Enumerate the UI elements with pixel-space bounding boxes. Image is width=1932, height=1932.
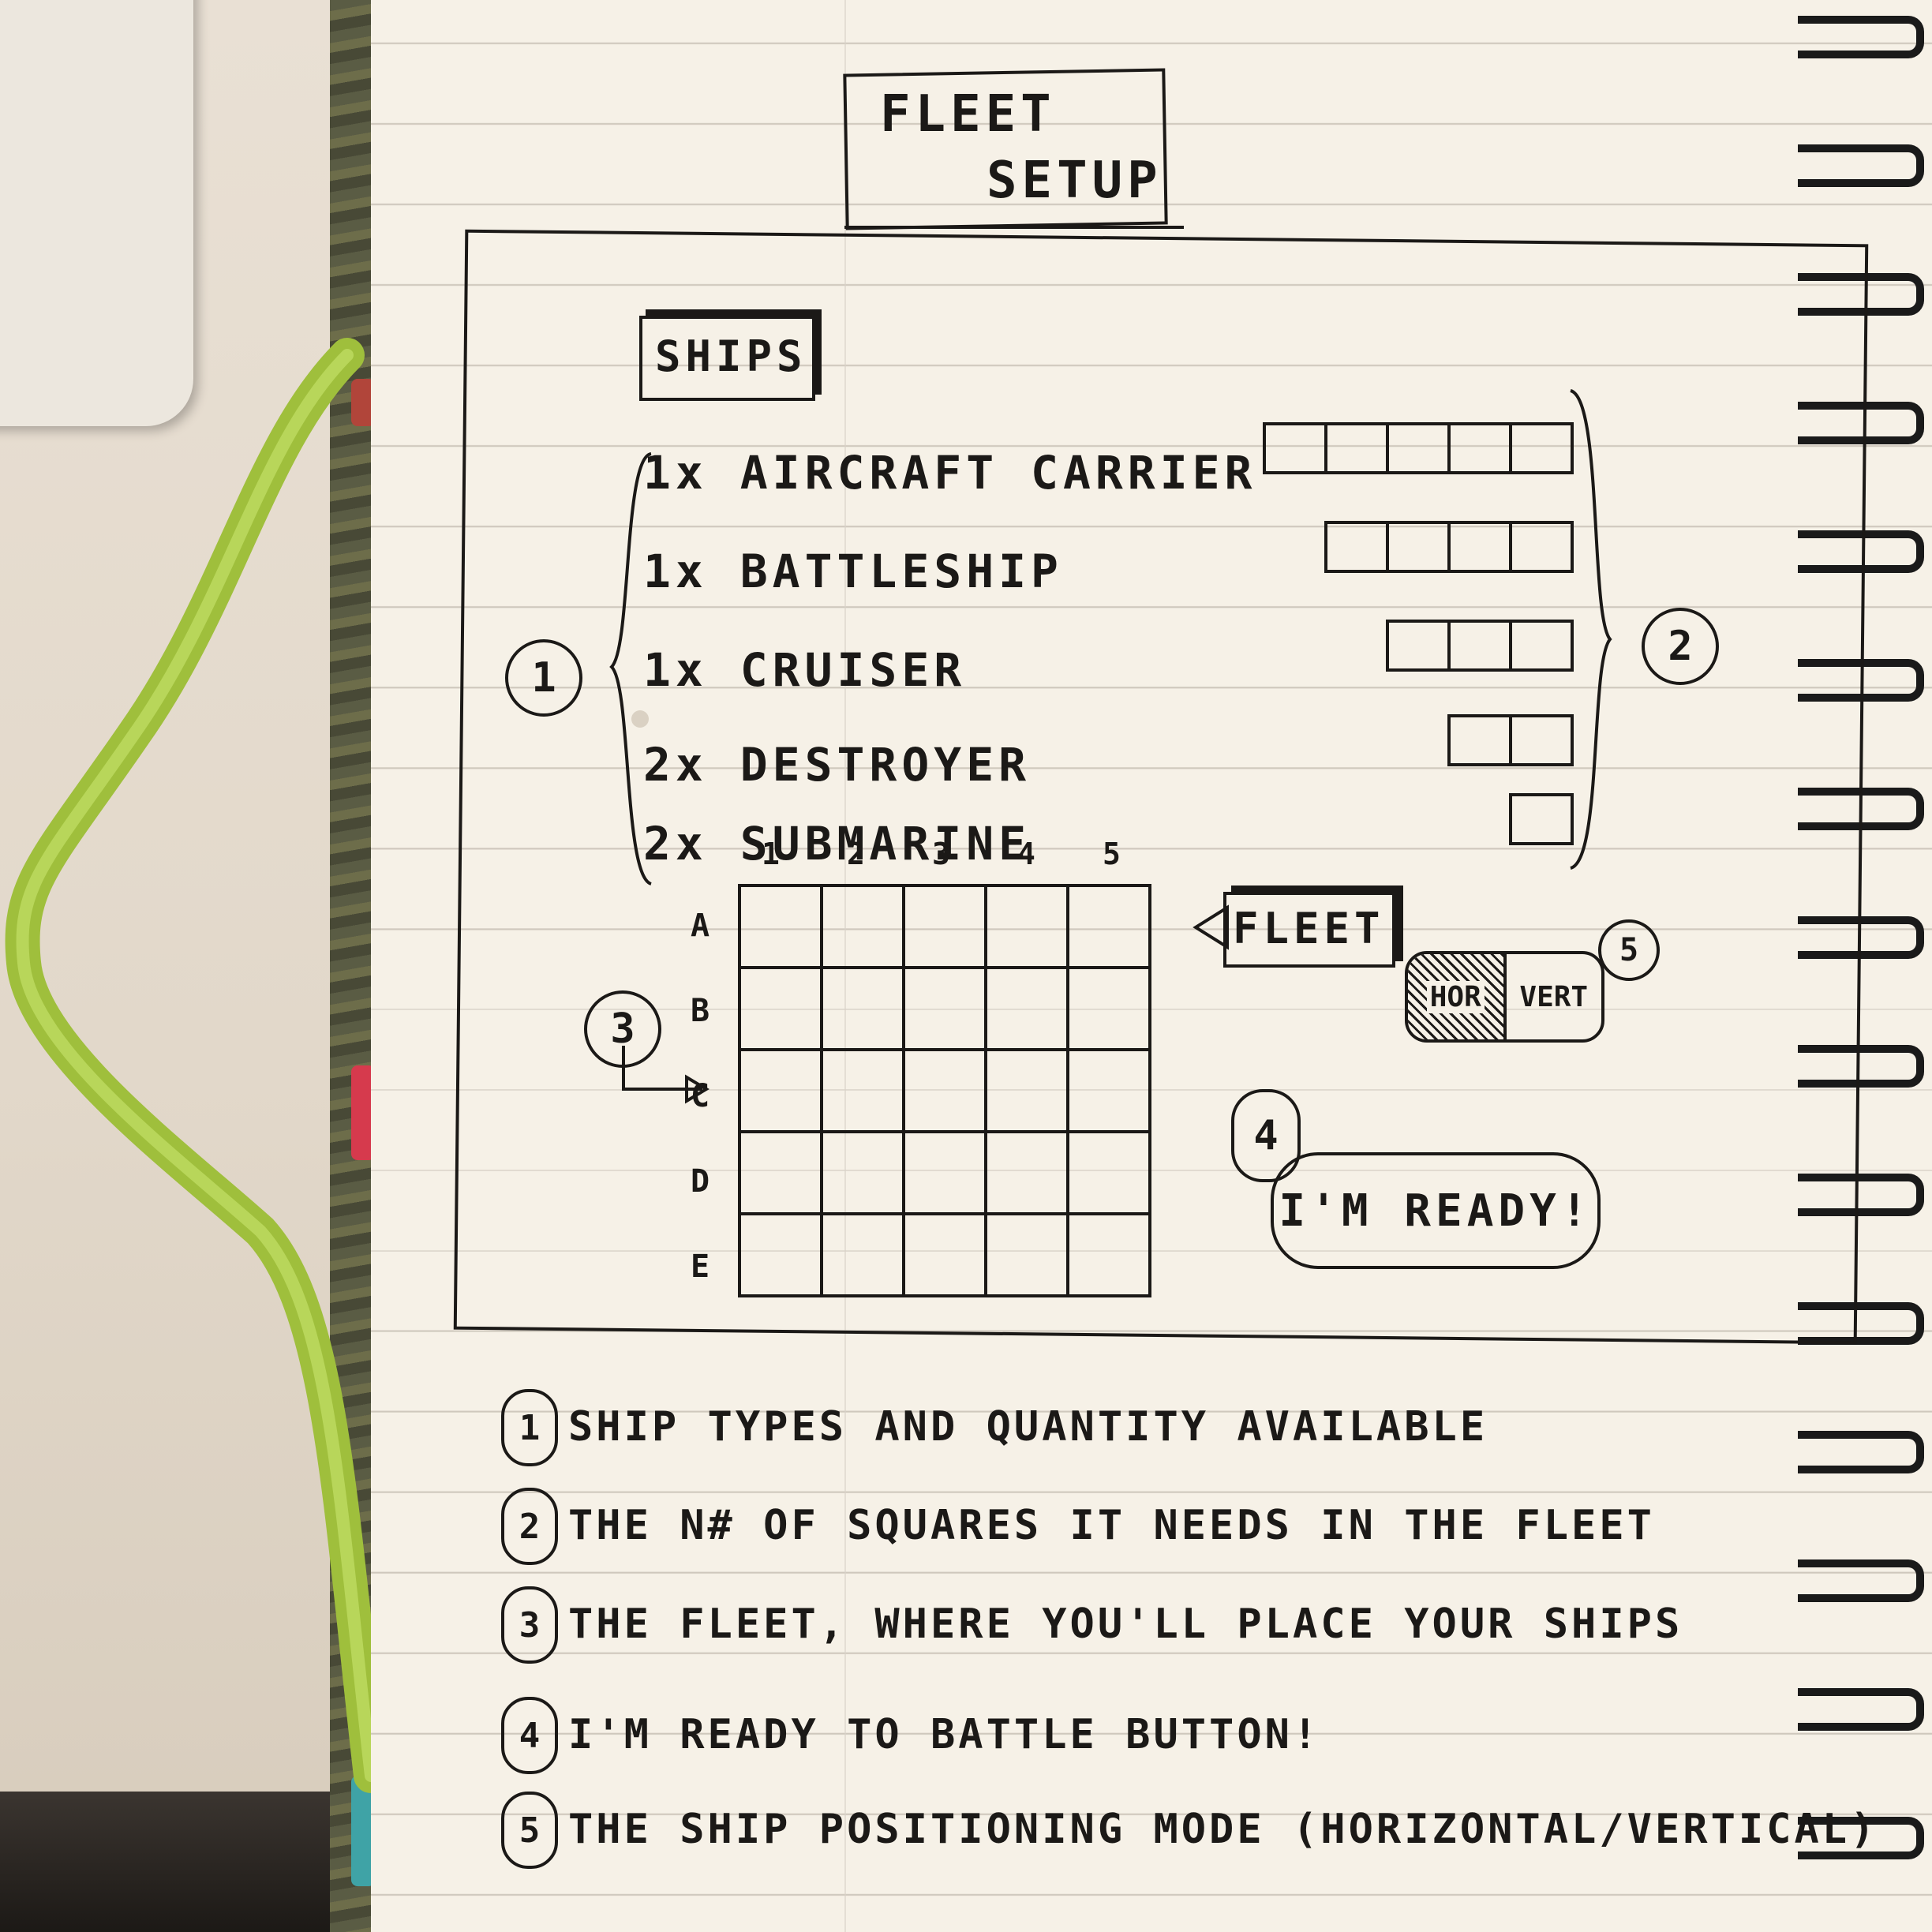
grid-cell[interactable]	[738, 1130, 823, 1215]
grid-cell[interactable]	[902, 1212, 987, 1297]
title-line-1: FLEET	[880, 85, 1056, 144]
note-number-marker: 2	[501, 1488, 558, 1565]
note-text: THE FLEET, WHERE YOU'LL PLACE YOUR SHIPS	[568, 1601, 1683, 1648]
spiral-ring	[1782, 1431, 1932, 1473]
grid-cell[interactable]	[1066, 966, 1151, 1051]
title-line-2: SETUP	[987, 152, 1163, 210]
note-text: SHIP TYPES AND QUANTITY AVAILABLE	[568, 1403, 1488, 1451]
ship-square	[1509, 714, 1574, 766]
ship-square	[1386, 521, 1451, 573]
note-number-marker: 4	[501, 1697, 558, 1774]
ship-square	[1386, 422, 1451, 474]
grid-row-label: A	[691, 908, 715, 944]
grid-cell[interactable]	[738, 884, 823, 969]
ship-list-item[interactable]: 2x SUBMARINE	[643, 817, 1031, 871]
grid-cell[interactable]	[984, 966, 1069, 1051]
ship-list-item[interactable]: 1x BATTLESHIP	[643, 545, 1063, 598]
ship-square	[1263, 422, 1327, 474]
horizontal-mode-button[interactable]: HOR	[1408, 954, 1507, 1039]
spiral-ring	[1782, 1688, 1932, 1731]
grid-row-label: E	[691, 1249, 715, 1285]
grid-cell[interactable]	[738, 966, 823, 1051]
ship-square	[1447, 714, 1512, 766]
note-number-marker: 5	[501, 1792, 558, 1869]
ship-list-item[interactable]: 1x AIRCRAFT CARRIER	[643, 446, 1256, 500]
grid-cell[interactable]	[1066, 1130, 1151, 1215]
grid-column-label: 1	[762, 837, 784, 871]
grid-cell[interactable]	[984, 1212, 1069, 1297]
horizontal-mode-label: HOR	[1426, 980, 1485, 1013]
ship-square	[1447, 521, 1512, 573]
fleet-label: FLEET	[1233, 904, 1385, 953]
ships-tab-label: SHIPS	[655, 331, 807, 381]
marker-2: 2	[1642, 608, 1719, 685]
note-number-marker: 1	[501, 1389, 558, 1466]
grid-cell[interactable]	[902, 884, 987, 969]
grid-row-label: B	[691, 993, 715, 1029]
right-brace-icon	[1570, 389, 1612, 870]
ship-square	[1509, 422, 1574, 474]
ship-square	[1509, 620, 1574, 672]
spiral-ring	[1782, 1559, 1932, 1602]
grid-cell[interactable]	[902, 1130, 987, 1215]
grid-cell[interactable]	[820, 1048, 905, 1133]
note-text: I'M READY TO BATTLE BUTTON!	[568, 1711, 1321, 1758]
grid-cell[interactable]	[738, 1212, 823, 1297]
grid-cell[interactable]	[984, 884, 1069, 969]
marker-1: 1	[505, 639, 582, 717]
ready-button[interactable]: I'M READY!	[1271, 1152, 1601, 1269]
ship-square	[1324, 521, 1389, 573]
grid-cell[interactable]	[984, 1048, 1069, 1133]
grid-cell[interactable]	[1066, 1048, 1151, 1133]
grid-cell[interactable]	[820, 1212, 905, 1297]
marker-5: 5	[1598, 919, 1660, 981]
ready-button-label: I'M READY!	[1279, 1185, 1593, 1237]
grid-cell[interactable]	[738, 1048, 823, 1133]
grid-column-label: 4	[1017, 837, 1040, 871]
vertical-mode-label: VERT	[1519, 980, 1589, 1013]
ship-square	[1447, 620, 1512, 672]
grid-column-label: 2	[847, 837, 870, 871]
grid-cell[interactable]	[984, 1130, 1069, 1215]
position-mode-toggle: HOR VERT	[1405, 951, 1604, 1043]
ship-square	[1324, 422, 1389, 474]
grid-cell[interactable]	[820, 1130, 905, 1215]
note-number-marker: 3	[501, 1586, 558, 1664]
note-text: THE SHIP POSITIONING MODE (HORIZONTAL/VE…	[568, 1806, 1878, 1853]
ship-square	[1509, 521, 1574, 573]
ship-square	[1386, 620, 1451, 672]
grid-cell[interactable]	[902, 1048, 987, 1133]
grid-cell[interactable]	[820, 966, 905, 1051]
grid-cell[interactable]	[1066, 1212, 1151, 1297]
ship-square	[1447, 422, 1512, 474]
spiral-ring	[1782, 144, 1932, 187]
ship-square	[1509, 793, 1574, 845]
note-text: THE N# OF SQUARES IT NEEDS IN THE FLEET	[568, 1502, 1655, 1549]
grid-column-label: 3	[932, 837, 955, 871]
grid-cell[interactable]	[820, 884, 905, 969]
grid-cell[interactable]	[902, 966, 987, 1051]
title-underline	[844, 226, 1184, 229]
notebook-page: FLEET SETUP SHIPS 1x AIRCRAFT CARRIER 1x …	[371, 0, 1932, 1932]
arrow-right-icon	[622, 1046, 710, 1104]
vertical-mode-button[interactable]: VERT	[1507, 954, 1602, 1039]
ship-list-item[interactable]: 2x DESTROYER	[643, 738, 1031, 792]
grid-column-label: 5	[1103, 837, 1125, 871]
ship-list-item[interactable]: 1x CRUISER	[643, 643, 966, 697]
grid-cell[interactable]	[1066, 884, 1151, 969]
spiral-ring	[1782, 16, 1932, 58]
grid-row-label: D	[691, 1163, 715, 1200]
